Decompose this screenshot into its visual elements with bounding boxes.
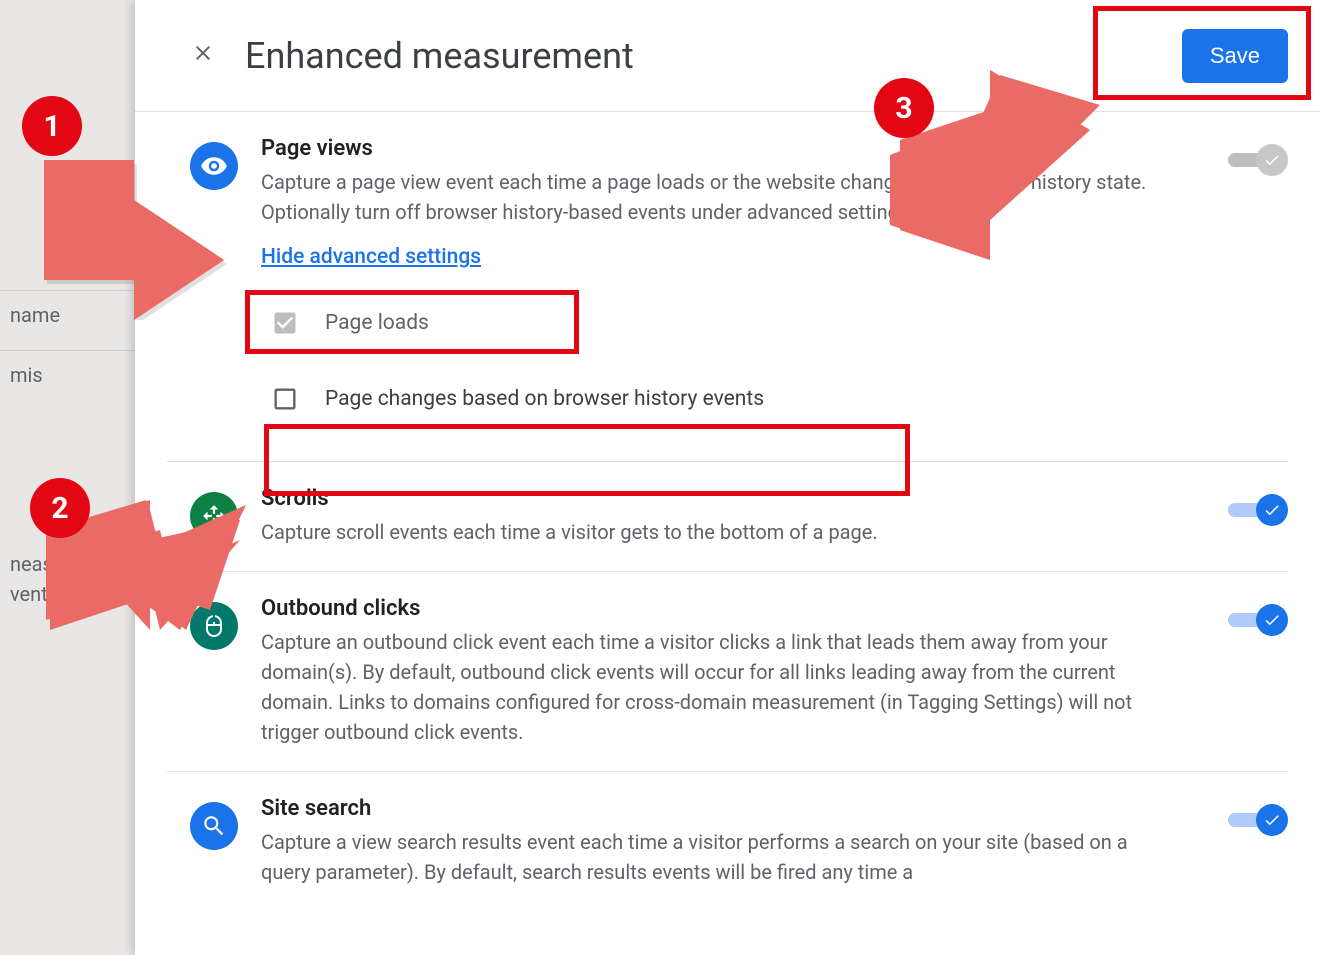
section-title: Site search <box>261 796 1178 821</box>
bg-text: name <box>0 290 135 339</box>
search-icon <box>190 802 238 850</box>
option-label: Page changes based on browser history ev… <box>325 387 764 411</box>
toggle-site-search[interactable] <box>1228 806 1288 834</box>
toggle-page-views <box>1228 146 1288 174</box>
section-description: Capture an outbound click event each tim… <box>261 627 1178 747</box>
bg-text: vents. You mu <box>0 570 135 618</box>
background-dimmed: name mis neasurement. vents. You mu <box>0 0 135 955</box>
section-page-views: Page views Capture a page view event eac… <box>167 112 1288 462</box>
section-description: Capture scroll events each time a visito… <box>261 517 1178 547</box>
toggle-scrolls[interactable] <box>1228 496 1288 524</box>
section-description: Capture a page view event each time a pa… <box>261 167 1178 227</box>
panel-header: Enhanced measurement Save <box>135 0 1320 112</box>
toggle-outbound-clicks[interactable] <box>1228 606 1288 634</box>
panel-content[interactable]: Page views Capture a page view event eac… <box>135 112 1320 955</box>
close-icon[interactable] <box>191 41 215 71</box>
panel-title: Enhanced measurement <box>245 35 634 77</box>
section-title: Scrolls <box>261 486 1178 511</box>
checkbox-checked-disabled-icon <box>271 309 299 337</box>
option-page-loads: Page loads <box>271 285 1178 361</box>
scroll-icon <box>190 492 238 540</box>
section-description: Capture a view search results event each… <box>261 827 1178 887</box>
checkbox-unchecked-icon[interactable] <box>271 385 299 413</box>
bg-text: mis <box>0 350 135 399</box>
hide-advanced-settings-link[interactable]: Hide advanced settings <box>261 245 481 269</box>
section-site-search: Site search Capture a view search result… <box>167 772 1288 911</box>
option-page-changes-history[interactable]: Page changes based on browser history ev… <box>271 361 1178 437</box>
save-button[interactable]: Save <box>1182 29 1288 83</box>
enhanced-measurement-panel: Enhanced measurement Save Page views Cap… <box>135 0 1320 955</box>
option-label: Page loads <box>325 311 429 335</box>
section-title: Outbound clicks <box>261 596 1178 621</box>
section-title: Page views <box>261 136 1178 161</box>
section-outbound-clicks: Outbound clicks Capture an outbound clic… <box>167 572 1288 772</box>
section-scrolls: Scrolls Capture scroll events each time … <box>167 462 1288 572</box>
eye-icon <box>190 142 238 190</box>
mouse-icon <box>190 602 238 650</box>
